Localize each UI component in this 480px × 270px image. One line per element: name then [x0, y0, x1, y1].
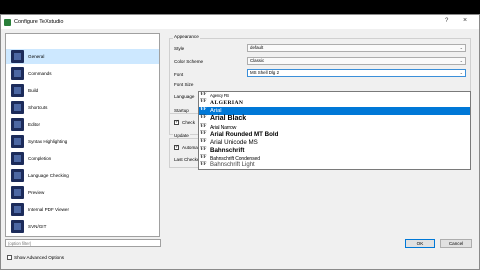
completion-icon [11, 152, 24, 165]
appearance-group-title: Appearance [173, 34, 200, 39]
sidebar-item-language-checking[interactable]: Language Checking [6, 168, 159, 183]
checkbox-box [7, 255, 12, 261]
ok-button[interactable]: OK [405, 239, 435, 248]
font-combo[interactable]: MS Shell Dlg 2 ⌄ [247, 69, 466, 77]
color-scheme-combo[interactable]: Classic ⌄ [247, 57, 466, 65]
sidebar-item-svn-git[interactable]: SVN/GIT [6, 219, 159, 234]
truetype-font-icon: ŦF [200, 155, 207, 160]
title-bar: Configure TeXstudio ? × [1, 15, 479, 29]
startup-group-title: Startup [173, 108, 190, 113]
commands-icon [11, 67, 24, 80]
svn-git-icon [11, 220, 24, 233]
style-value: default [250, 45, 264, 50]
sidebar-item-label: Completion [28, 156, 52, 161]
sidebar-item-syntax-highlighting[interactable]: Syntax Highlighting [6, 134, 159, 149]
font-option-arial-rounded-mt-bold[interactable]: ŦF Arial Rounded MT Bold [199, 131, 470, 139]
language-label: Language [174, 94, 195, 99]
general-icon [11, 50, 24, 63]
font-option-label: Agency FB [210, 93, 229, 98]
font-option-bahnschrift[interactable]: ŦF Bahnschrift [199, 147, 470, 155]
style-label: Style [174, 46, 185, 51]
editor-icon [11, 118, 24, 131]
preview-icon [11, 186, 24, 199]
truetype-font-icon: ŦF [200, 92, 207, 97]
font-option-agency-fb[interactable]: ŦF Agency FB [199, 92, 470, 99]
truetype-font-icon: ŦF [200, 162, 207, 167]
startup-check-label: Check [182, 120, 196, 125]
sidebar-item-completion[interactable]: Completion [6, 151, 159, 166]
show-advanced-options-checkbox[interactable]: Show Advanced Options [7, 255, 65, 261]
chevron-down-icon: ⌄ [459, 70, 463, 75]
truetype-font-icon: ŦF [200, 124, 207, 129]
truetype-font-icon: ŦF [200, 147, 207, 152]
automatic-update-checkbox[interactable] [174, 144, 179, 150]
language-checking-icon [11, 169, 24, 182]
sidebar-item-label: Build [28, 88, 39, 93]
sidebar-item-preview[interactable]: Preview [6, 185, 159, 200]
chevron-down-icon: ⌄ [459, 45, 463, 50]
sidebar-item-label: SVN/GIT [28, 224, 47, 229]
truetype-font-icon: ŦF [200, 115, 207, 120]
window-title: Configure TeXstudio [14, 19, 64, 25]
style-combo[interactable]: default ⌄ [247, 44, 466, 52]
sidebar-item-label: General [28, 54, 45, 59]
font-option-label: Bahnschrift [210, 147, 245, 154]
truetype-font-icon: ŦF [200, 99, 207, 104]
sidebar-item-internal-pdf-viewer[interactable]: Internal PDF Viewer [6, 202, 159, 217]
sidebar-item-label: Syntax Highlighting [28, 139, 68, 144]
font-option-algerian[interactable]: ŦF ALGERIAN [199, 99, 470, 107]
font-option-label: Arial Black [210, 115, 247, 122]
font-option-arial-black[interactable]: ŦF Arial Black [199, 115, 470, 124]
sidebar-item-general[interactable]: General [6, 49, 159, 64]
sidebar-item-label: Internal PDF Viewer [28, 207, 70, 212]
option-filter-input[interactable]: (option filter) [5, 239, 161, 247]
font-label: Font [174, 72, 184, 77]
build-icon [11, 84, 24, 97]
update-group-title: Update [173, 133, 190, 138]
automatic-update-label: Automa [182, 145, 198, 150]
sidebar-item-build[interactable]: Build [6, 83, 159, 98]
syntax-highlighting-icon [11, 135, 24, 148]
settings-category-list[interactable]: General Commands Build Shortcuts Editor … [5, 33, 160, 237]
chevron-down-icon: ⌄ [459, 58, 463, 63]
font-option-label: Bahnschrift Light [210, 162, 255, 168]
font-size-label: Font Size [174, 82, 194, 87]
truetype-font-icon: ŦF [200, 139, 207, 144]
font-value: MS Shell Dlg 2 [250, 70, 280, 75]
help-button[interactable]: ? [445, 18, 448, 24]
close-button[interactable]: × [463, 17, 467, 24]
font-option-label: Arial [210, 108, 222, 114]
font-option-label: Arial Unicode MS [210, 139, 258, 146]
font-option-label: Arial Rounded MT Bold [210, 131, 279, 138]
font-option-label: ALGERIAN [210, 100, 244, 106]
texstudio-app-icon [4, 19, 11, 26]
pdf-viewer-icon [11, 203, 24, 216]
font-option-arial-narrow[interactable]: ŦF Arial Narrow [199, 124, 470, 131]
truetype-font-icon: ŦF [200, 107, 207, 112]
startup-checkbox[interactable] [174, 119, 179, 125]
font-option-arial[interactable]: ŦF Arial [199, 107, 470, 115]
cancel-button[interactable]: Cancel [440, 239, 472, 248]
shortcuts-icon [11, 101, 24, 114]
sidebar-item-editor[interactable]: Editor [6, 117, 159, 132]
font-dropdown-list[interactable]: ŦF Agency FB ŦF ALGERIAN ŦF Arial ŦF Ari… [198, 91, 471, 170]
sidebar-item-commands[interactable]: Commands [6, 66, 159, 81]
color-scheme-label: Color Scheme [174, 59, 204, 64]
sidebar-item-shortcuts[interactable]: Shortcuts [6, 100, 159, 115]
font-option-bahnschrift-condensed[interactable]: ŦF Bahnschrift Condensed [199, 155, 470, 162]
sidebar-item-label: Editor [28, 122, 41, 127]
font-option-bahnschrift-light[interactable]: ŦF Bahnschrift Light [199, 162, 470, 169]
truetype-font-icon: ŦF [200, 131, 207, 136]
sidebar-item-label: Language Checking [28, 173, 69, 178]
sidebar-item-label: Commands [28, 71, 52, 76]
show-advanced-options-label: Show Advanced Options [14, 255, 65, 260]
configure-dialog: Configure TeXstudio ? × General Commands… [0, 14, 480, 270]
color-scheme-value: Classic [250, 58, 265, 63]
sidebar-item-label: Preview [28, 190, 45, 195]
sidebar-item-label: Shortcuts [28, 105, 48, 110]
font-option-arial-unicode-ms[interactable]: ŦF Arial Unicode MS [199, 139, 470, 147]
